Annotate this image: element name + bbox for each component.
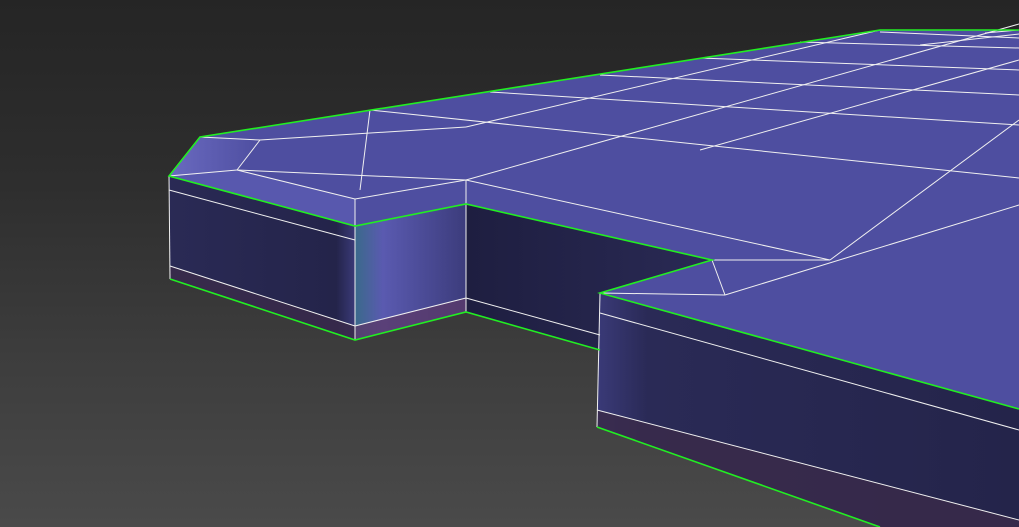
3d-viewport[interactable] [0, 0, 1019, 527]
viewport-scene[interactable] [0, 0, 1019, 527]
